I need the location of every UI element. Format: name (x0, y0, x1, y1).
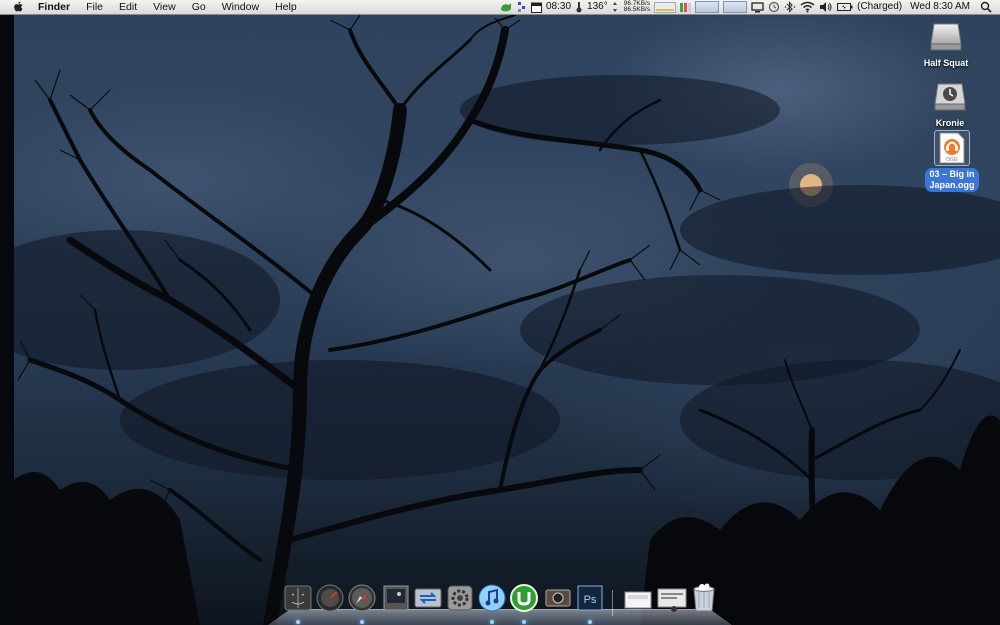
screen-edge (0, 14, 14, 625)
dock-photoshop[interactable]: Ps (574, 582, 606, 614)
dock: Ps (268, 582, 732, 625)
cpu-bars-icon[interactable] (680, 2, 692, 12)
net-download: 86.5KB/s (623, 6, 651, 13)
activity-icon[interactable] (517, 1, 527, 13)
growl-icon[interactable] (499, 1, 513, 13)
dock-utorrent[interactable] (508, 582, 540, 614)
dock-itunes[interactable] (476, 582, 508, 614)
menu-bar: Finder File Edit View Go Window Help 08:… (0, 0, 1000, 15)
ogg-file-icon: OGG (934, 130, 970, 166)
spotlight-icon[interactable] (980, 1, 992, 13)
menu-app-finder[interactable]: Finder (34, 0, 78, 14)
battery-status[interactable]: (Charged) (857, 0, 902, 14)
desktop-icon-big-in-japan[interactable]: OGG 03 – Big in Japan.ogg (916, 130, 988, 193)
display-icon[interactable] (751, 1, 764, 13)
dock-system-preferences[interactable] (444, 582, 476, 614)
dock-running-indicator (522, 620, 526, 624)
dock-image-app[interactable] (542, 582, 574, 614)
apple-menu-icon[interactable] (12, 1, 24, 13)
network-speed-icon (612, 1, 618, 13)
disk-graph-icon[interactable] (723, 1, 748, 13)
menu-view[interactable]: View (145, 0, 184, 14)
menu-window[interactable]: Window (214, 0, 267, 14)
wallpaper (0, 14, 1000, 625)
desktop-icon-label-line-1: 03 – Big in (929, 169, 975, 179)
time-machine-drive-icon (932, 79, 968, 113)
dock-running-indicator (360, 620, 364, 624)
dock-preview[interactable] (380, 582, 412, 614)
desktop (0, 0, 1000, 625)
time-machine-icon[interactable] (768, 1, 780, 13)
cpu-graph-icon[interactable] (695, 1, 720, 13)
network-speed[interactable]: 96.7KB/s 86.5KB/s (623, 0, 651, 14)
desktop-icon-label: 03 – Big in Japan.ogg (925, 168, 979, 192)
menu-edit[interactable]: Edit (111, 0, 145, 14)
menubar-clock-short[interactable]: 08:30 (546, 0, 571, 14)
volume-icon[interactable] (819, 1, 833, 13)
dock-separator (612, 590, 613, 616)
dock-safari[interactable] (346, 582, 378, 614)
dock-trash[interactable] (688, 582, 720, 614)
menubar-clock[interactable]: Wed 8:30 AM (910, 0, 970, 14)
dock-downloads-stack[interactable] (622, 582, 654, 614)
menu-go[interactable]: Go (184, 0, 214, 14)
menu-help[interactable]: Help (267, 0, 305, 14)
wifi-icon[interactable] (800, 1, 815, 13)
svg-text:OGG: OGG (946, 157, 958, 163)
hard-drive-icon (928, 19, 964, 53)
menu-file[interactable]: File (78, 0, 111, 14)
temperature-icon[interactable] (575, 1, 583, 13)
dock-running-indicator (588, 620, 592, 624)
dock-documents-stack[interactable] (656, 582, 688, 614)
memory-meter-icon[interactable] (654, 1, 677, 13)
temperature-readout[interactable]: 136° (587, 0, 608, 14)
bluetooth-icon[interactable] (784, 1, 796, 13)
dock-running-indicator (296, 620, 300, 624)
calendar-icon[interactable] (531, 2, 542, 13)
desktop-icon-half-squat[interactable]: Half Squat (910, 19, 982, 71)
dock-dashboard[interactable] (314, 582, 346, 614)
dock-running-indicator (490, 620, 494, 624)
desktop-icon-label-line-2: Japan.ogg (929, 180, 975, 190)
dock-finder[interactable] (282, 582, 314, 614)
battery-icon[interactable] (837, 2, 853, 12)
dock-migration[interactable] (412, 582, 444, 614)
desktop-icon-kronie[interactable]: Kronie (914, 79, 986, 131)
desktop-icon-label: Half Squat (923, 58, 969, 68)
desktop-icon-label: Kronie (935, 118, 965, 128)
svg-text:Ps: Ps (584, 594, 597, 606)
